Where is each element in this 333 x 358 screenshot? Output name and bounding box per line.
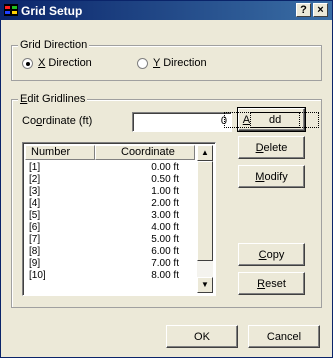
window-title: Grid Setup (21, 4, 83, 18)
y-direction-radio[interactable]: Y Direction (137, 57, 207, 69)
grid-setup-dialog: Grid Setup ? × Grid Direction X Directio… (0, 0, 333, 358)
title-bar[interactable]: Grid Setup ? × (1, 1, 332, 20)
list-item[interactable]: [9] 7.00 ft (29, 259, 179, 269)
list-scrollbar[interactable]: ▲ ▼ (197, 145, 213, 293)
gridlines-list[interactable]: Number Coordinate [1] 0.00 ft [2] 0.50 ft … (22, 142, 216, 296)
column-coordinate-header[interactable]: Coordinate (95, 145, 195, 160)
coordinate-input[interactable]: 0 (132, 112, 232, 132)
cancel-button[interactable]: Cancel (248, 325, 320, 348)
grid-direction-label: Grid Direction (18, 39, 90, 51)
list-item[interactable]: [3] 1.00 ft (29, 187, 179, 197)
scroll-thumb[interactable] (197, 161, 213, 261)
scroll-down-button[interactable]: ▼ (197, 277, 213, 293)
coordinate-label: Coordinate (ft) (22, 115, 93, 127)
list-item[interactable]: [8] 6.00 ft (29, 247, 179, 257)
close-icon: × (317, 4, 324, 16)
y-direction-radio-circle[interactable] (137, 57, 148, 69)
y-direction-label: Y Direction (153, 57, 207, 69)
copy-button[interactable]: Copy (238, 243, 305, 266)
reset-button[interactable]: Reset (238, 272, 305, 295)
app-icon (4, 4, 18, 16)
x-direction-radio[interactable]: X Direction (22, 57, 92, 69)
radio-selected-dot (26, 61, 30, 66)
list-item[interactable]: [1] 0.00 ft (29, 163, 179, 173)
list-item[interactable]: [7] 5.00 ft (29, 235, 179, 245)
delete-button[interactable]: Delete (238, 136, 305, 159)
help-icon: ? (300, 4, 307, 16)
x-direction-label: X Direction (38, 57, 92, 69)
list-header: Number Coordinate (25, 145, 195, 160)
ok-button[interactable]: OK (166, 325, 238, 348)
list-item[interactable]: [5] 3.00 ft (29, 211, 179, 221)
arrow-down-icon: ▼ (201, 280, 209, 289)
x-direction-radio-circle[interactable] (22, 57, 33, 69)
add-button[interactable]: Add (223, 107, 320, 132)
arrow-up-icon: ▲ (201, 148, 209, 157)
scroll-up-button[interactable]: ▲ (197, 145, 213, 161)
help-button[interactable]: ? (296, 3, 311, 17)
edit-gridlines-label: Edit Gridlines (18, 93, 88, 105)
grid-direction-group: Grid Direction X Direction Y Direction (11, 39, 322, 81)
column-number-header[interactable]: Number (25, 145, 95, 160)
list-item[interactable]: [10] 8.00 ft (29, 271, 179, 281)
list-item[interactable]: [2] 0.50 ft (29, 175, 179, 185)
list-item[interactable]: [4] 2.00 ft (29, 199, 179, 209)
modify-button[interactable]: Modify (238, 165, 305, 188)
close-button[interactable]: × (313, 3, 328, 17)
list-item[interactable]: [6] 4.00 ft (29, 223, 179, 233)
